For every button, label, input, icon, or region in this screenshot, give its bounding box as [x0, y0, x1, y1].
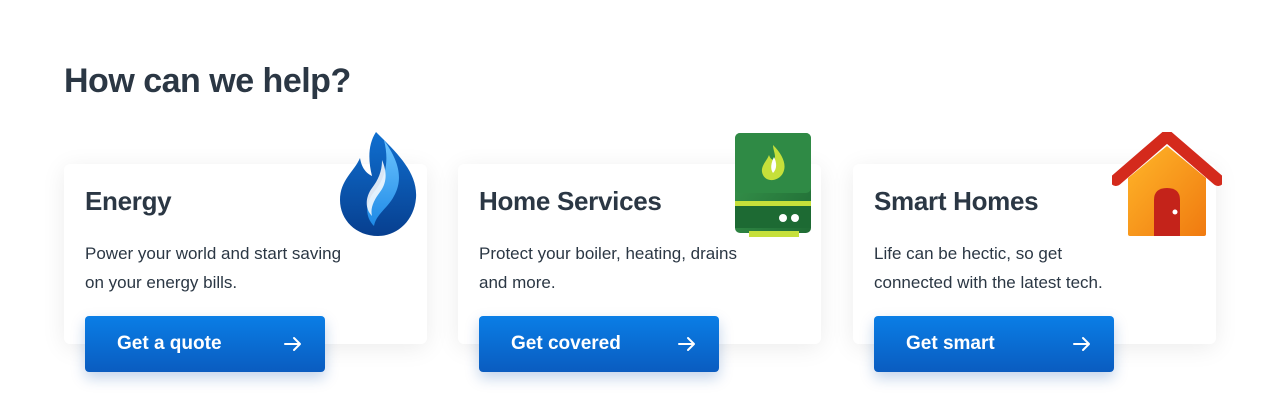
card-description: Power your world and start saving on you…	[85, 244, 342, 292]
page: How can we help? Energy Power your world…	[0, 0, 1280, 405]
boiler-icon	[735, 133, 811, 237]
card-title: Smart Homes	[874, 186, 1039, 216]
button-label: Get a quote	[117, 333, 222, 354]
arrow-right-icon	[1073, 337, 1090, 351]
get-covered-button[interactable]: Get covered	[479, 316, 719, 372]
card-description: Life can be hectic, so get connected wit…	[874, 244, 1103, 292]
arrow-right-icon	[678, 337, 695, 351]
flame-icon	[340, 132, 417, 236]
button-label: Get smart	[906, 333, 995, 354]
card-title: Home Services	[479, 186, 662, 216]
card-description: Protect your boiler, heating, drains and…	[479, 244, 737, 292]
house-icon	[1112, 132, 1222, 236]
button-label: Get covered	[511, 333, 621, 354]
get-a-quote-button[interactable]: Get a quote	[85, 316, 325, 372]
get-smart-button[interactable]: Get smart	[874, 316, 1114, 372]
card-title: Energy	[85, 186, 172, 216]
arrow-right-icon	[284, 337, 301, 351]
section-title: How can we help?	[64, 62, 351, 100]
